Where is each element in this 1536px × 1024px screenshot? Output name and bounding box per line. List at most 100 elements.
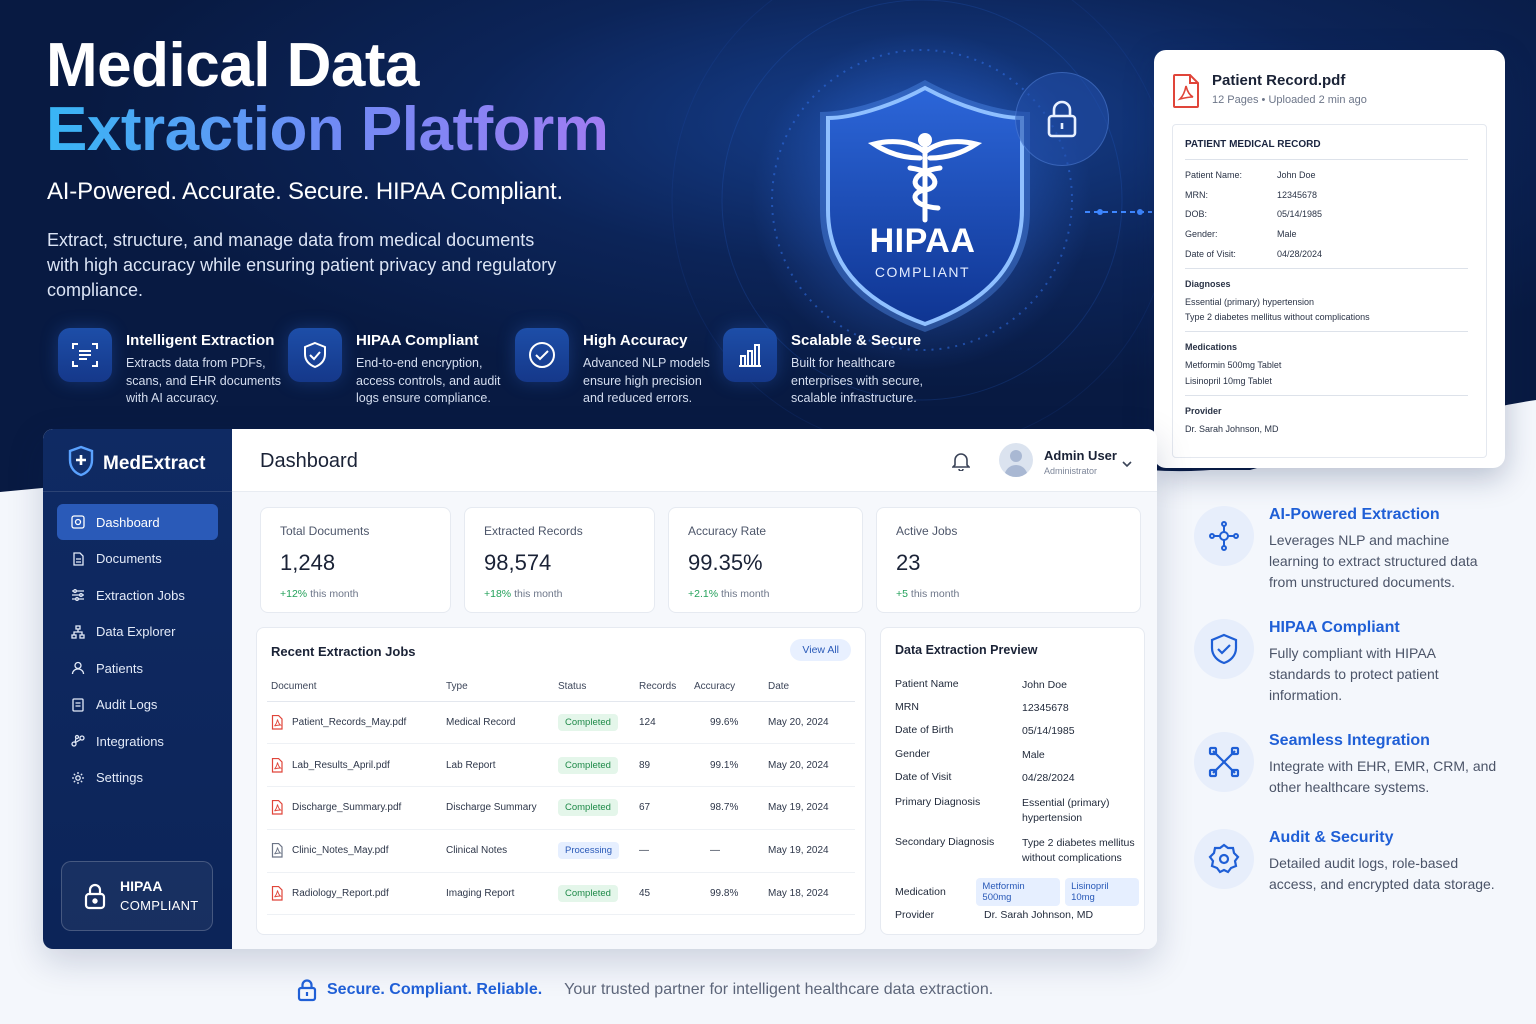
stat-label: Active Jobs [896, 524, 958, 538]
user-role: Administrator [1044, 466, 1098, 476]
status-badge: Completed [558, 885, 618, 903]
right-feature-hipaa: HIPAA Compliant Fully compliant with HIP… [1194, 619, 1499, 706]
cell-document[interactable]: Lab_Results_April.pdf [267, 743, 442, 788]
recent-jobs-panel: Recent Extraction Jobs View All Document… [256, 627, 866, 935]
stat-card-total-documents[interactable]: Total Documents 1,248 +12% this month [260, 507, 451, 613]
sidebar: MedExtract Dashboard Documents Extractio… [43, 429, 232, 949]
sidebar-item-integrations[interactable]: Integrations [57, 723, 218, 759]
jobs-title: Recent Extraction Jobs [271, 644, 416, 659]
table-header-row: Document Type Status Records Accuracy Da… [267, 673, 855, 702]
cell-status: Completed [554, 743, 635, 788]
preview-key: MRN [895, 701, 919, 713]
cell-document[interactable]: Discharge_Summary.pdf [267, 786, 442, 830]
patient-record-card[interactable]: Patient Record.pdf 12 Pages • Uploaded 2… [1154, 50, 1505, 468]
pr-line: Dr. Sarah Johnson, MD [1185, 423, 1279, 434]
sidebar-item-label: Dashboard [96, 514, 160, 530]
sidebar-item-documents[interactable]: Documents [57, 541, 218, 577]
user-icon [71, 661, 85, 675]
right-feature-title: Audit & Security [1269, 829, 1394, 846]
table-row[interactable]: Discharge_Summary.pdf Discharge Summary Co… [267, 786, 855, 830]
right-feature-ai-extraction: AI-Powered Extraction Leverages NLP and … [1194, 506, 1499, 593]
hero-title: Medical Data Extraction Platform [46, 34, 609, 164]
hero-description: Extract, structure, and manage data from… [47, 230, 557, 300]
cell-document[interactable]: Radiology_Report.pdf [267, 872, 442, 916]
column-header[interactable]: Records [635, 673, 690, 702]
lock-icon [84, 883, 106, 910]
page-title: Dashboard [260, 450, 358, 472]
cell-document[interactable]: Patient_Records_May.pdf [267, 701, 442, 745]
cell-status: Completed [554, 786, 635, 830]
column-header[interactable]: Status [554, 673, 635, 702]
feature-title: Scalable & Secure [791, 332, 922, 349]
sidebar-item-dashboard[interactable]: Dashboard [57, 504, 218, 540]
status-badge: Completed [558, 799, 618, 817]
bell-icon[interactable] [951, 451, 971, 476]
stat-card-extracted-records[interactable]: Extracted Records 98,574 +18% this month [464, 507, 655, 613]
cell-records: 45 [635, 872, 690, 916]
table-row[interactable]: Radiology_Report.pdf Imaging Report Comple… [267, 872, 855, 916]
chevron-down-icon[interactable] [1122, 455, 1132, 473]
feature-scalable-secure: Scalable & Secure Built for healthcare e… [723, 328, 943, 408]
preview-key: Secondary Diagnosis [895, 836, 995, 848]
preview-value: Type 2 diabetes mellitus without complic… [1022, 837, 1135, 864]
brand[interactable]: MedExtract [67, 445, 205, 482]
topbar: Dashboard Admin User Administrator [232, 429, 1157, 492]
cell-status: Completed [554, 701, 635, 745]
pr-section-head: Diagnoses [1185, 278, 1231, 289]
stat-card-accuracy-rate[interactable]: Accuracy Rate 99.35% +2.1% this month [668, 507, 863, 613]
pr-field-key: Date of Visit: [1185, 248, 1236, 259]
pr-document-preview: PATIENT MEDICAL RECORD Patient Name: John… [1172, 124, 1487, 458]
sidebar-item-extraction-jobs[interactable]: Extraction Jobs [57, 577, 218, 613]
cell-records: 89 [635, 743, 690, 788]
column-header[interactable]: Type [442, 673, 554, 702]
column-header[interactable]: Accuracy [690, 673, 764, 702]
stat-card-active-jobs[interactable]: Active Jobs 23 +5 this month [876, 507, 1141, 613]
medication-tag[interactable]: Lisinopril 10mg [1065, 878, 1139, 906]
avatar[interactable] [999, 443, 1033, 477]
pr-medications-section: Medications Metformin 500mg Tablet Lisin… [1185, 331, 1468, 386]
view-all-button[interactable]: View All [790, 639, 851, 661]
dashboard-window: MedExtract Dashboard Documents Extractio… [43, 429, 1157, 949]
sidebar-item-label: Documents [96, 551, 162, 566]
stat-delta-value: +12% [280, 588, 308, 600]
badge-line2: COMPLIANT [120, 898, 199, 913]
lock-icon [1015, 72, 1109, 166]
medication-tag[interactable]: Metformin 500mg [976, 878, 1061, 906]
pr-field-key: Gender: [1185, 229, 1218, 240]
hipaa-compliant-badge: HIPAA COMPLIANT [61, 861, 213, 931]
stat-value: 23 [896, 550, 921, 575]
sidebar-item-label: Extraction Jobs [96, 587, 185, 603]
sidebar-item-audit-logs[interactable]: Audit Logs [57, 687, 218, 723]
table-row[interactable]: Clinic_Notes_May.pdf Clinical Notes Proces… [267, 829, 855, 873]
stat-label: Total Documents [280, 524, 370, 538]
stat-delta-value: +18% [484, 588, 512, 600]
preview-row: Primary Diagnosis Essential (primary) hyp… [895, 796, 1142, 826]
table-row[interactable]: Lab_Results_April.pdf Lab Report Completed… [267, 743, 855, 788]
preview-value: Male [1022, 749, 1045, 761]
sidebar-item-patients[interactable]: Patients [57, 650, 218, 686]
column-header[interactable]: Document [267, 673, 442, 702]
pr-line: Lisinopril 10mg Tablet [1185, 375, 1272, 386]
preview-key: Gender [895, 748, 931, 760]
preview-value: Dr. Sarah Johnson, MD [984, 909, 1094, 921]
right-feature-integration: Seamless Integration Integrate with EHR,… [1194, 732, 1499, 798]
pr-field-value: 04/28/2024 [1277, 248, 1323, 259]
preview-key: Date of Visit [895, 771, 952, 783]
cell-records: 67 [635, 786, 690, 830]
sidebar-item-data-explorer[interactable]: Data Explorer [57, 614, 218, 650]
hero-title-line2: Extraction Platform [46, 95, 609, 164]
column-header[interactable]: Date [764, 673, 855, 702]
sidebar-item-settings[interactable]: Settings [57, 760, 218, 796]
feature-desc: Advanced NLP models ensure high precisio… [583, 356, 710, 405]
right-feature-title: Seamless Integration [1269, 732, 1430, 749]
cell-document[interactable]: Clinic_Notes_May.pdf [267, 829, 442, 873]
pr-field-value: John Doe [1277, 169, 1316, 180]
preview-row: Secondary Diagnosis Type 2 diabetes melli… [895, 836, 1142, 866]
table-row[interactable]: Patient_Records_May.pdf Medical Record Com… [267, 701, 855, 745]
brand-name: MedExtract [103, 452, 206, 474]
gear-security-icon [1194, 829, 1254, 889]
user-name[interactable]: Admin User [1044, 448, 1117, 463]
footer-text: Your trusted partner for intelligent hea… [564, 981, 994, 998]
feature-high-accuracy: High Accuracy Advanced NLP models ensure… [515, 328, 723, 408]
badge-line1: HIPAA [120, 878, 163, 894]
